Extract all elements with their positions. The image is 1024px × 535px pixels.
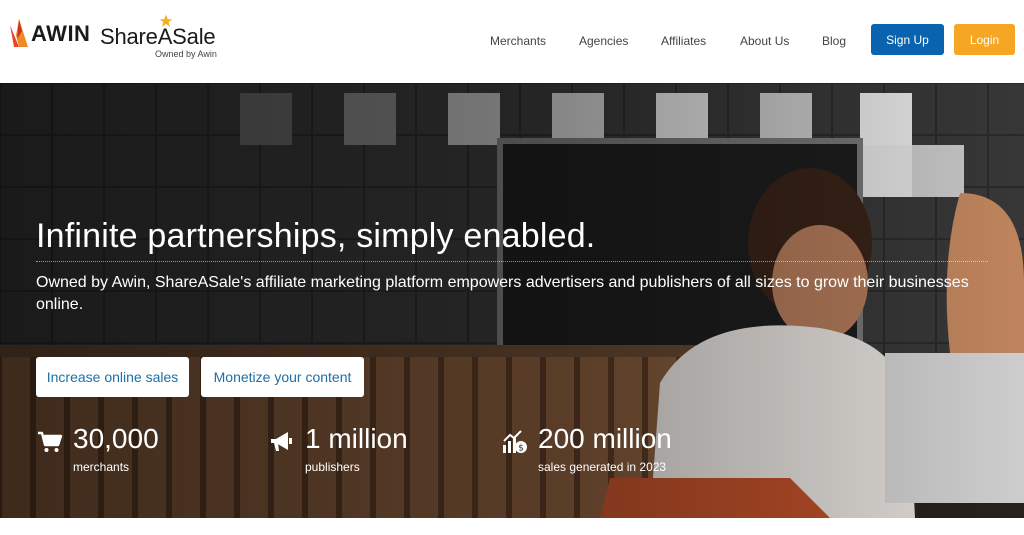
stat-publishers: 1 million publishers <box>269 423 469 483</box>
megaphone-icon <box>271 432 292 451</box>
hero-banner: Infinite partnerships, simply enabled. O… <box>0 83 1024 518</box>
site-header: AWIN ShareASale Owned by Awin Merchants … <box>0 0 1024 83</box>
hero-title: Infinite partnerships, simply enabled. <box>36 217 596 255</box>
stat-sales-value: 200 million <box>538 423 672 454</box>
page-bottom-strip <box>0 518 1024 535</box>
shareasale-logo[interactable]: ShareASale Owned by Awin <box>100 14 217 59</box>
star-icon <box>159 14 173 27</box>
awin-logo-text: AWIN <box>31 21 91 46</box>
increase-online-sales-button[interactable]: Increase online sales <box>36 357 189 397</box>
growth-chart-icon: $ <box>503 430 527 454</box>
nav-agencies[interactable]: Agencies <box>579 34 628 48</box>
hero-subtitle: Owned by Awin, ShareASale's affiliate ma… <box>36 274 969 313</box>
shareasale-logo-text: ShareASale <box>100 24 216 49</box>
nav-merchants[interactable]: Merchants <box>490 34 546 48</box>
stat-merchants-value: 30,000 <box>73 423 159 454</box>
stat-publishers-value: 1 million <box>305 423 408 454</box>
stat-merchants-label: merchants <box>73 460 130 474</box>
awin-logo[interactable]: AWIN <box>8 16 90 52</box>
nav-blog[interactable]: Blog <box>822 34 846 48</box>
nav-affiliates[interactable]: Affiliates <box>661 34 706 48</box>
cart-icon <box>38 431 63 452</box>
stat-publishers-label: publishers <box>305 460 360 474</box>
hero-divider <box>36 261 988 262</box>
shareasale-tagline: Owned by Awin <box>155 49 217 59</box>
stat-merchants: 30,000 merchants <box>37 423 217 483</box>
login-button[interactable]: Login <box>954 24 1015 55</box>
svg-text:$: $ <box>518 444 524 454</box>
monetize-content-button[interactable]: Monetize your content <box>201 357 364 397</box>
nav-about-us[interactable]: About Us <box>740 34 789 48</box>
stat-sales: $ 200 million sales generated in 2023 <box>502 423 722 483</box>
awin-flame-icon <box>10 19 28 47</box>
sign-up-button[interactable]: Sign Up <box>871 24 944 55</box>
stat-sales-label: sales generated in 2023 <box>538 460 667 474</box>
